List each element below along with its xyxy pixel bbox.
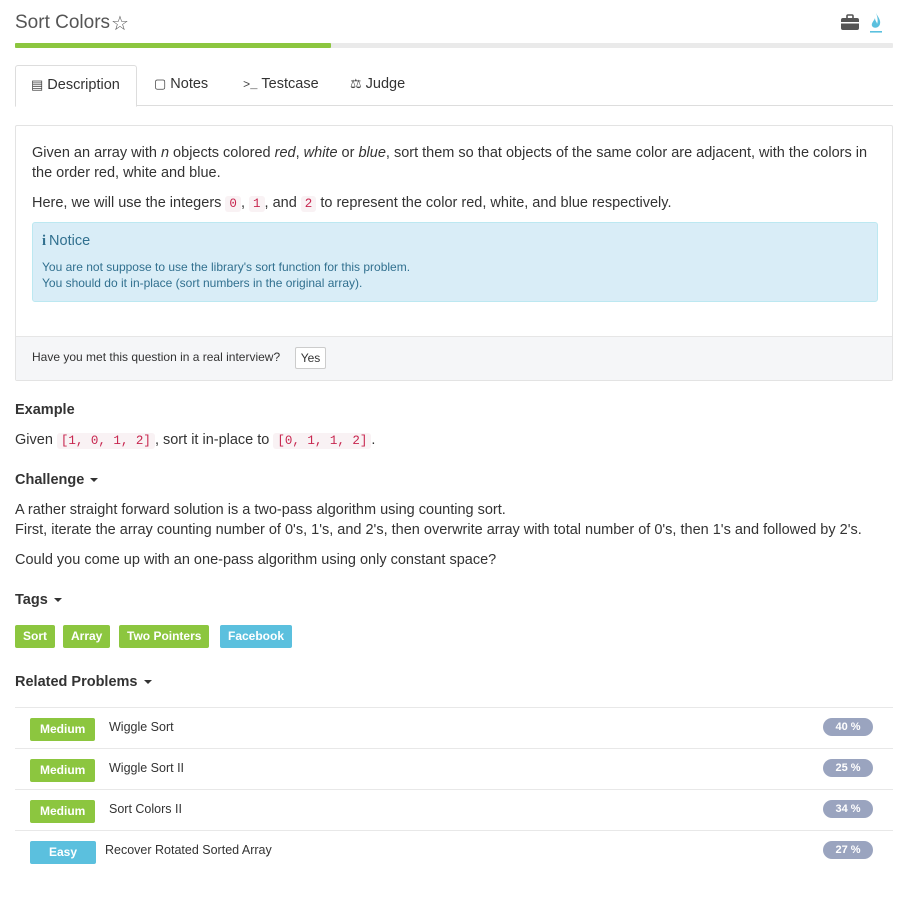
inline-code: 2 — [300, 196, 317, 212]
challenge-line: First, iterate the array counting number… — [15, 522, 862, 538]
text-span: to represent the color red, white, and b… — [316, 195, 672, 211]
problem-link[interactable]: Wiggle Sort — [109, 720, 174, 734]
notice-line: You should do it in-place (sort numbers … — [42, 276, 363, 290]
list-item[interactable]: Medium Wiggle Sort 40 % — [15, 707, 893, 748]
tab-judge[interactable]: ⚖ Judge — [335, 65, 420, 106]
interview-bar: Have you met this question in a real int… — [16, 336, 892, 380]
text-span: , sort it in-place to — [154, 432, 274, 448]
interview-question: Have you met this question in a real int… — [32, 350, 281, 364]
caret-down-icon[interactable] — [143, 680, 152, 685]
inline-code: [0, 1, 1, 2] — [273, 433, 372, 449]
problem-link[interactable]: Sort Colors II — [109, 802, 182, 816]
difficulty-badge: Medium — [30, 759, 96, 782]
challenge-heading[interactable]: Challenge — [15, 472, 99, 488]
text-span: objects colored — [169, 145, 275, 161]
percent-badge: 25 % — [823, 759, 873, 777]
list-item[interactable]: Medium Wiggle Sort II 25 % — [15, 748, 893, 789]
text-span: or — [337, 145, 359, 161]
text-emphasis: white — [303, 145, 338, 161]
caret-down-icon[interactable] — [90, 478, 99, 483]
tab-description[interactable]: ▤ Description — [15, 65, 137, 107]
difficulty-badge: Easy — [30, 841, 97, 864]
text-emphasis: red — [274, 145, 296, 161]
example-text: Given [1, 0, 1, 2], sort it in-place to … — [15, 430, 375, 451]
tag-sort[interactable]: Sort — [15, 625, 55, 648]
text-emphasis: n — [160, 145, 170, 161]
difficulty-badge: Medium — [30, 718, 96, 741]
related-heading-text: Related Problems — [15, 674, 138, 690]
text-span: , — [295, 145, 304, 161]
progress-fill — [15, 43, 332, 48]
tab-label: Notes — [170, 76, 209, 92]
tag-two-pointers[interactable]: Two Pointers — [119, 625, 210, 648]
challenge-heading-text: Challenge — [15, 472, 85, 488]
document-icon: ▤ — [31, 77, 44, 92]
scales-icon: ⚖ — [350, 76, 362, 91]
difficulty-badge: Medium — [30, 800, 96, 823]
tab-label: Description — [47, 77, 120, 93]
percent-badge: 27 % — [823, 841, 873, 859]
caret-down-icon[interactable] — [53, 598, 62, 603]
text-emphasis: blue — [358, 145, 386, 161]
notice-box: i Notice You are not suppose to use the l… — [32, 222, 878, 302]
tab-bar: ▤ Description ▢ Notes >_ Testcase ⚖ Judge — [15, 65, 893, 107]
tags-heading-text: Tags — [15, 592, 48, 608]
list-item[interactable]: Medium Sort Colors II 34 % — [15, 789, 893, 830]
inline-code: 1 — [249, 196, 265, 212]
tab-testcase[interactable]: >_ Testcase — [228, 65, 334, 106]
inline-code: 0 — [225, 196, 241, 212]
progress-bar — [15, 43, 893, 48]
percent-badge: 34 % — [823, 800, 873, 818]
list-item[interactable]: Easy Recover Rotated Sorted Array 27 % — [15, 830, 893, 871]
description-panel: Given an array with n objects colored re… — [15, 125, 893, 381]
tags-heading[interactable]: Tags — [15, 592, 62, 608]
challenge-line: A rather straight forward solution is a … — [15, 502, 506, 518]
description-paragraph: Here, we will use the integers 0, 1, and… — [32, 193, 878, 214]
briefcase-icon[interactable] — [841, 14, 859, 30]
text-span: Given — [15, 432, 57, 448]
challenge-line: Could you come up with an one-pass algor… — [15, 552, 497, 568]
info-icon: i — [42, 233, 47, 249]
description-paragraph: Given an array with n objects colored re… — [32, 143, 878, 183]
example-heading: Example — [15, 402, 75, 418]
text-span: Here, we will use the integers — [32, 195, 226, 211]
star-icon[interactable]: ☆ — [111, 11, 129, 36]
text-span: , — [240, 195, 249, 211]
tag-facebook[interactable]: Facebook — [220, 625, 293, 648]
flame-icon[interactable] — [869, 12, 883, 34]
inline-code: [1, 0, 1, 2] — [56, 433, 155, 449]
tab-notes[interactable]: ▢ Notes — [139, 65, 223, 106]
page-title: Sort Colors — [15, 12, 111, 33]
problem-link[interactable]: Wiggle Sort II — [109, 761, 184, 775]
note-icon: ▢ — [154, 76, 167, 91]
text-span: Given an array with — [32, 145, 161, 161]
problem-header: Sort Colors ☆ — [15, 10, 893, 40]
related-problems-list: Medium Wiggle Sort 40 % Medium Wiggle So… — [15, 707, 893, 871]
percent-badge: 40 % — [823, 718, 873, 736]
terminal-icon: >_ — [243, 78, 258, 92]
notice-title: i Notice — [42, 233, 90, 250]
tab-label: Judge — [365, 76, 406, 92]
text-span: , and — [264, 195, 301, 211]
tag-array[interactable]: Array — [63, 625, 111, 648]
notice-line: You are not suppose to use the library's… — [42, 260, 411, 274]
text-span: . — [371, 432, 376, 448]
notice-title-text: Notice — [49, 233, 91, 249]
problem-link[interactable]: Recover Rotated Sorted Array — [105, 843, 272, 857]
tab-label: Testcase — [261, 76, 319, 92]
related-heading[interactable]: Related Problems — [15, 674, 152, 690]
yes-button[interactable]: Yes — [295, 347, 326, 369]
